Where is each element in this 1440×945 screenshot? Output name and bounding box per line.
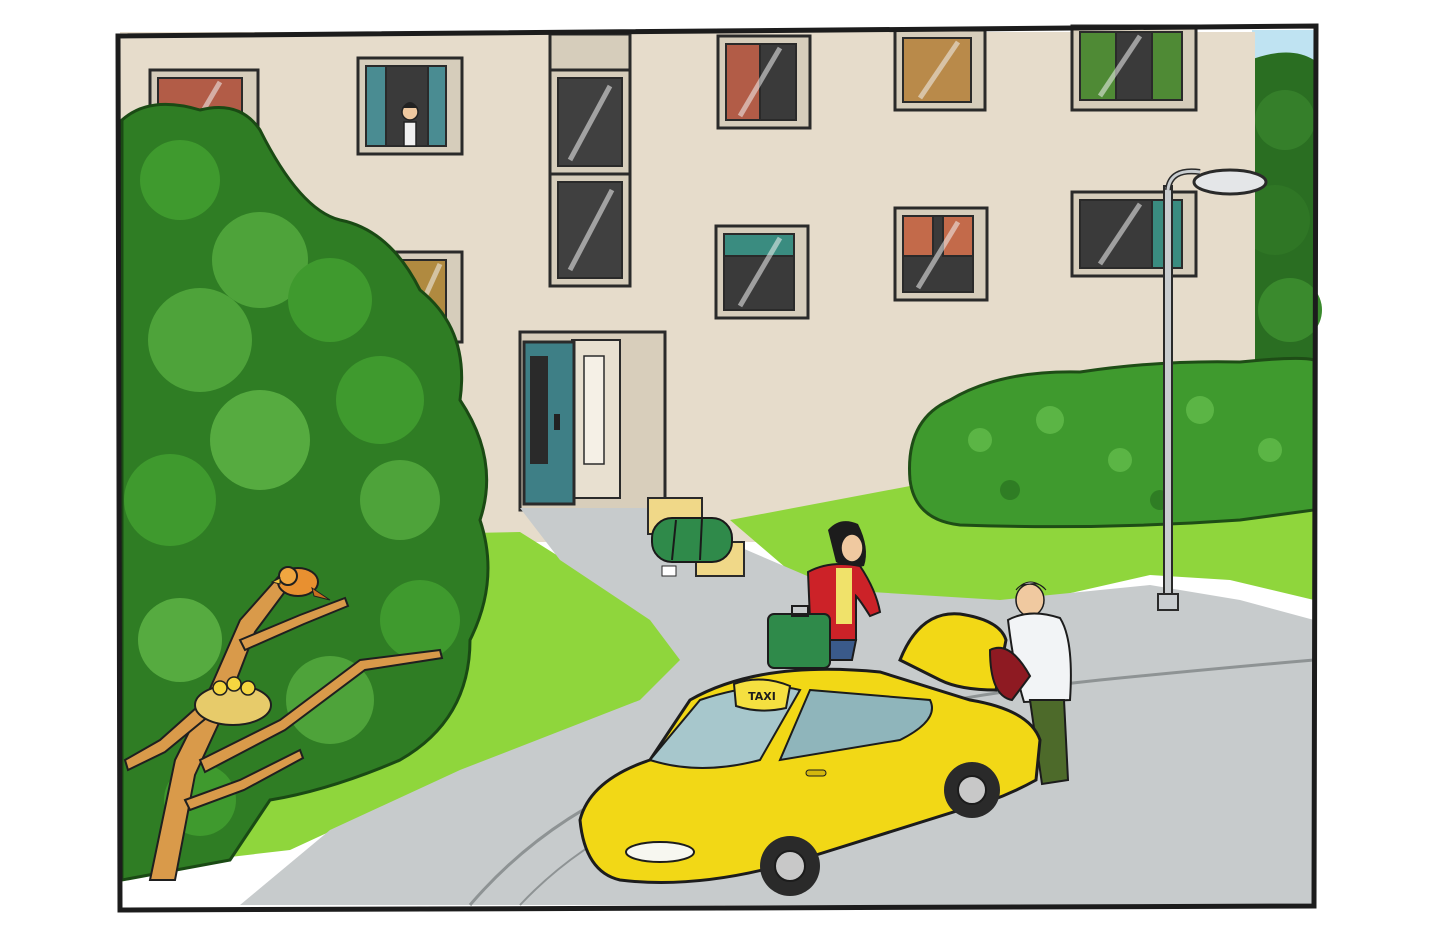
suitcase (767, 605, 831, 669)
illustration-scene: TAXI (0, 0, 1440, 945)
building-entrance (518, 330, 667, 512)
taxi-sign-text: TAXI (748, 690, 776, 703)
person-in-window (401, 102, 419, 147)
